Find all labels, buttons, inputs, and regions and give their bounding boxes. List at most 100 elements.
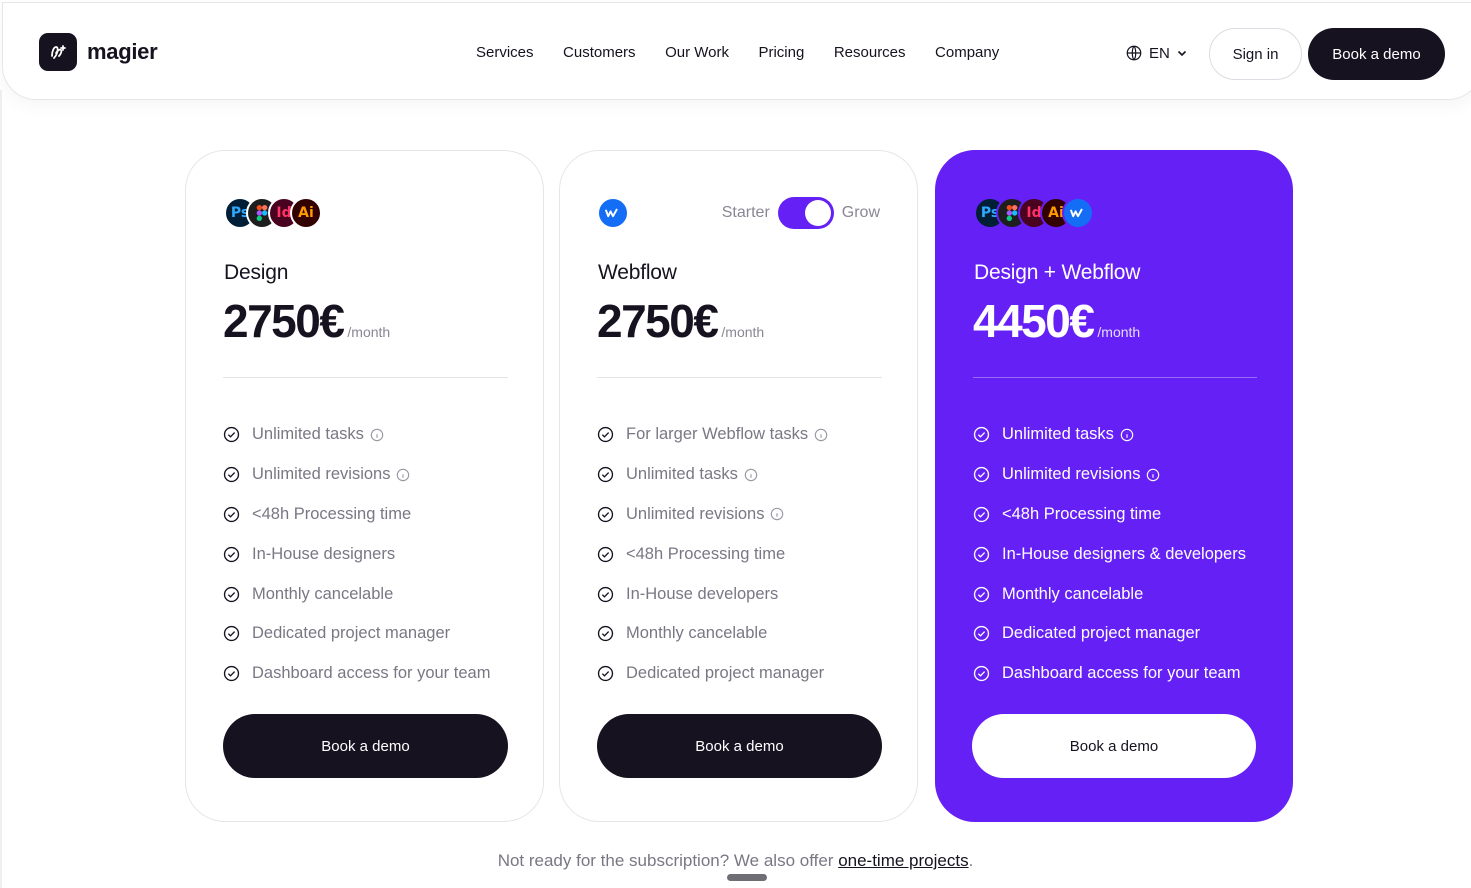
feature-text: Dashboard access for your team xyxy=(252,664,491,683)
divider xyxy=(973,377,1257,378)
info-icon[interactable] xyxy=(770,507,784,521)
check-circle-icon xyxy=(973,626,990,642)
feature-text: Monthly cancelable xyxy=(626,624,768,643)
feature-text: Unlimited revisions xyxy=(1002,465,1141,484)
info-icon[interactable] xyxy=(1120,428,1134,442)
scroll-indicator[interactable] xyxy=(727,874,767,881)
feature-item: Unlimited tasks xyxy=(597,455,828,495)
switch-knob xyxy=(804,200,831,226)
book-demo-button-webflow[interactable]: Book a demo xyxy=(597,714,882,778)
nav-our-work[interactable]: Our Work xyxy=(665,44,729,61)
feature-item: In-House developers xyxy=(597,574,828,614)
check-circle-icon xyxy=(973,546,990,562)
feature-item: <48h Processing time xyxy=(597,534,828,574)
chevron-down-icon xyxy=(1177,50,1186,57)
nav-company[interactable]: Company xyxy=(935,44,999,61)
book-demo-nav-button[interactable]: Book a demo xyxy=(1308,28,1445,80)
feature-text: In-House developers xyxy=(626,584,779,603)
tier-switch[interactable] xyxy=(777,197,834,229)
check-circle-icon xyxy=(223,467,240,483)
book-demo-button-design[interactable]: Book a demo xyxy=(223,714,508,778)
feature-text: Unlimited tasks xyxy=(626,465,738,484)
check-circle-icon xyxy=(973,427,990,443)
feature-item: Dashboard access for your team xyxy=(973,654,1246,694)
feature-list: Unlimited tasks Unlimited revisions <48h P… xyxy=(223,415,490,694)
plan-tier-toggle: Starter Grow xyxy=(722,197,880,229)
plan-card-design-webflow: Ps Id Ai Design + Webflow 4450€ /month U… xyxy=(935,150,1293,822)
price-row: 2750€ /month xyxy=(597,294,764,348)
feature-text: Dashboard access for your team xyxy=(1002,664,1241,683)
nav-customers[interactable]: Customers xyxy=(563,44,636,61)
check-circle-icon xyxy=(597,467,614,483)
nav-resources[interactable]: Resources xyxy=(834,44,906,61)
one-time-projects-link[interactable]: one-time projects xyxy=(838,851,968,870)
nav-services[interactable]: Services xyxy=(476,44,534,61)
info-icon[interactable] xyxy=(744,468,758,482)
plan-name: Webflow xyxy=(598,261,677,284)
footnote-end: . xyxy=(968,851,974,870)
divider xyxy=(597,377,882,378)
check-circle-icon xyxy=(597,427,614,443)
footnote-text: Not ready for the subscription? We also … xyxy=(497,851,839,870)
feature-text: <48h Processing time xyxy=(626,544,786,563)
feature-item: Unlimited tasks xyxy=(973,415,1246,455)
plan-price: 4450€ xyxy=(973,295,1095,347)
tool-icons: Ps Id Ai xyxy=(224,197,322,229)
nav-pricing[interactable]: Pricing xyxy=(758,44,804,61)
globe-icon xyxy=(1126,45,1142,61)
check-circle-icon xyxy=(597,506,614,523)
info-icon[interactable] xyxy=(1146,468,1160,482)
feature-item: Dedicated project manager xyxy=(223,614,490,654)
page-edge xyxy=(0,90,2,888)
check-circle-icon xyxy=(223,427,240,443)
book-demo-button-bundle[interactable]: Book a demo xyxy=(972,714,1256,778)
feature-text: Unlimited revisions xyxy=(252,465,391,484)
check-circle-icon xyxy=(223,546,240,562)
check-circle-icon xyxy=(223,586,240,602)
info-icon[interactable] xyxy=(396,468,410,482)
brand-logo[interactable]: magier xyxy=(39,33,158,71)
feature-item: Monthly cancelable xyxy=(973,574,1246,614)
divider xyxy=(223,377,508,378)
info-icon[interactable] xyxy=(814,428,828,442)
feature-item: Unlimited revisions xyxy=(973,455,1246,495)
check-circle-icon xyxy=(223,666,240,682)
toggle-label-grow[interactable]: Grow xyxy=(842,204,880,222)
feature-text: Monthly cancelable xyxy=(1002,584,1144,603)
sign-in-button[interactable]: Sign in xyxy=(1209,28,1302,80)
feature-item: Dashboard access for your team xyxy=(223,654,490,694)
language-selector[interactable]: EN xyxy=(1125,44,1188,62)
plan-name: Design xyxy=(224,261,289,284)
feature-item: In-House designers & developers xyxy=(973,534,1246,574)
check-circle-icon xyxy=(973,506,990,523)
main-nav: Services Customers Our Work Pricing Reso… xyxy=(476,44,1029,61)
plan-price: 2750€ xyxy=(597,295,719,347)
webflow-icon xyxy=(597,197,629,229)
price-row: 4450€ /month xyxy=(973,294,1140,348)
feature-text: In-House designers & developers xyxy=(1002,544,1246,563)
feature-item: Dedicated project manager xyxy=(597,654,828,694)
check-circle-icon xyxy=(597,546,614,562)
feature-item: Monthly cancelable xyxy=(597,614,828,654)
plan-price: 2750€ xyxy=(223,295,345,347)
feature-text: Unlimited tasks xyxy=(252,425,364,444)
feature-item: Unlimited revisions xyxy=(223,455,490,495)
feature-item: <48h Processing time xyxy=(223,495,490,535)
feature-text: In-House designers xyxy=(252,544,396,563)
toggle-label-starter[interactable]: Starter xyxy=(722,204,770,222)
price-row: 2750€ /month xyxy=(223,294,390,348)
check-circle-icon xyxy=(223,626,240,642)
plan-card-design: Ps Id Ai Design 2750€ /month Unlimited t… xyxy=(185,150,544,822)
feature-item: Unlimited revisions xyxy=(597,495,828,535)
magier-logo-icon xyxy=(39,33,77,71)
check-circle-icon xyxy=(973,666,990,682)
webflow-icon xyxy=(1062,197,1094,229)
feature-text: Dedicated project manager xyxy=(626,664,825,683)
plan-period: /month xyxy=(721,324,765,340)
check-circle-icon xyxy=(597,626,614,642)
check-circle-icon xyxy=(223,506,240,523)
plan-period: /month xyxy=(347,324,391,340)
info-icon[interactable] xyxy=(370,428,384,442)
plan-name: Design + Webflow xyxy=(974,261,1141,284)
plan-period: /month xyxy=(1097,324,1141,340)
